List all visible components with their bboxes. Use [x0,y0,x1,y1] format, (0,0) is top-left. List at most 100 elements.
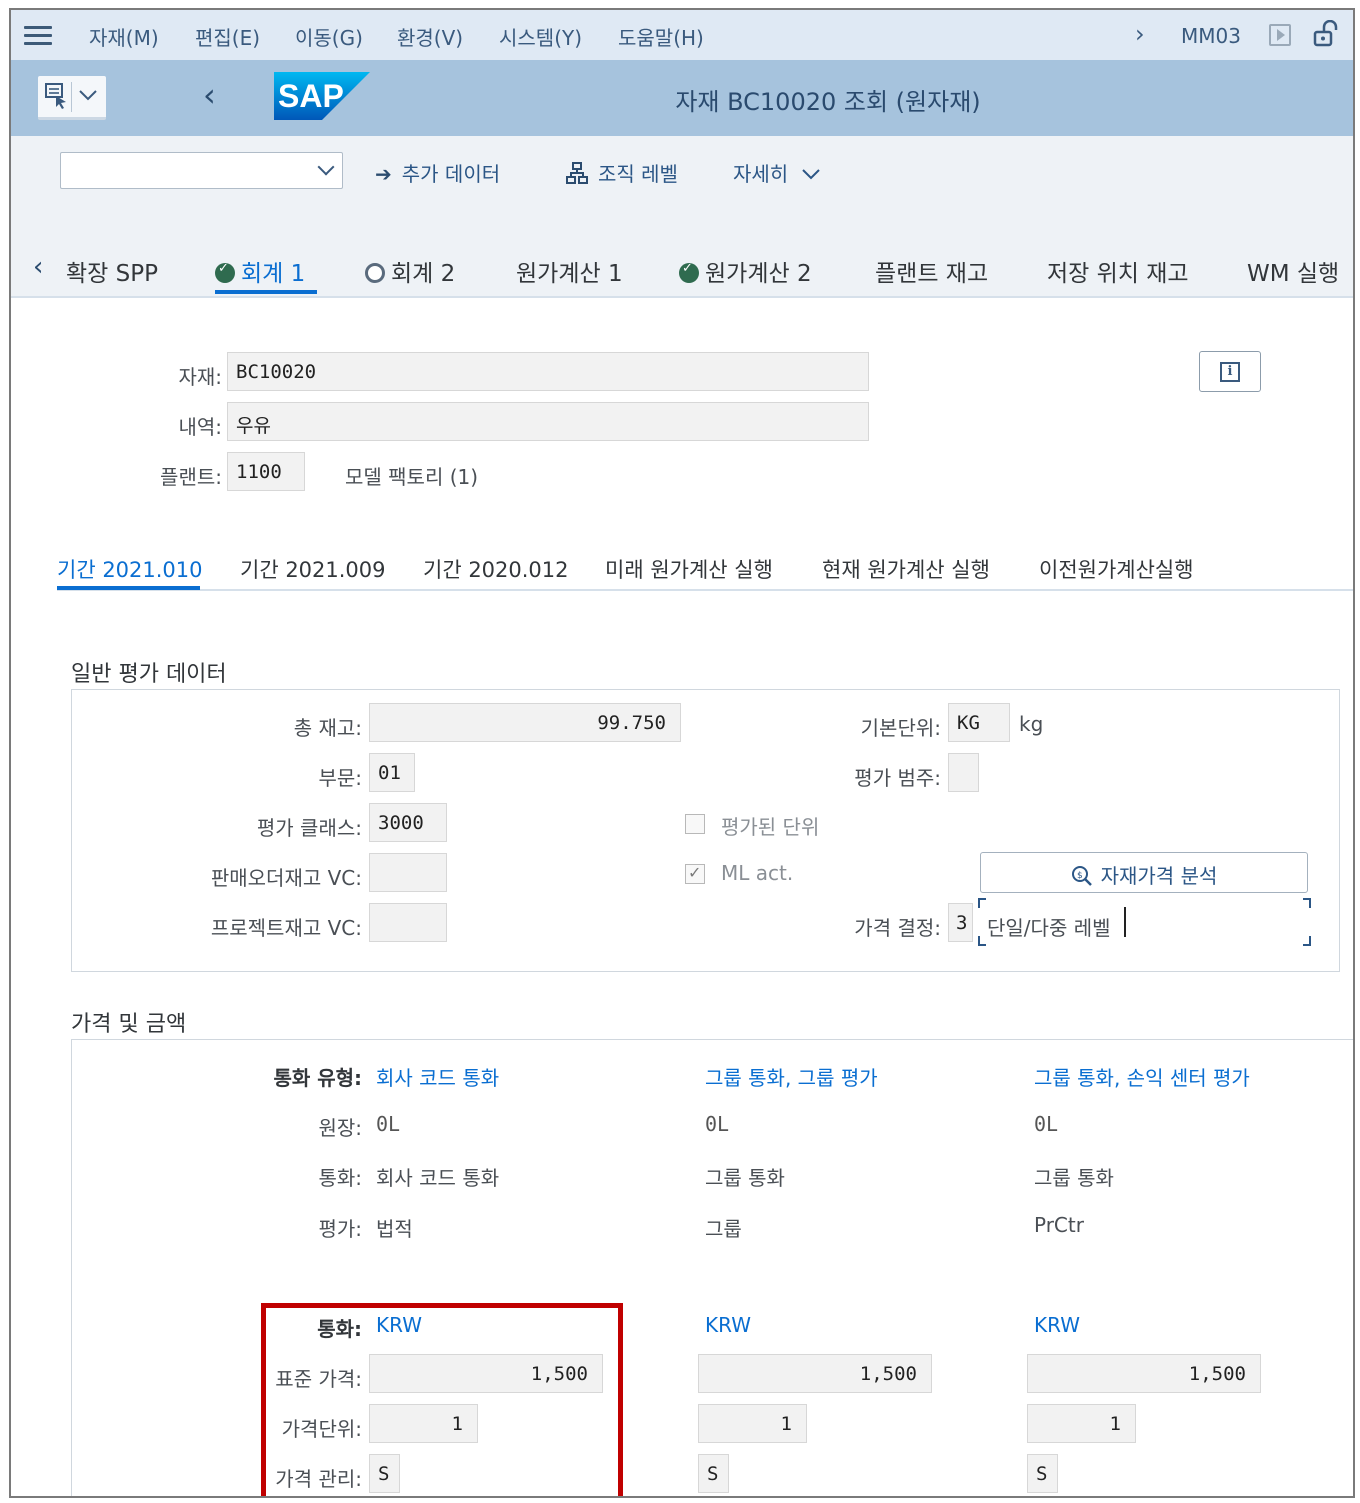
standard-price-col3-field[interactable]: 1,500 [1027,1354,1261,1393]
plant-label: 플랜트: [160,465,222,489]
chevron-down-icon [317,158,335,176]
valuation-col3: PrCtr [1034,1213,1084,1237]
menu-environment[interactable]: 환경(V) [397,22,463,51]
search-price-icon: $ [1071,866,1092,886]
price-control-col3-field[interactable]: S [1027,1454,1058,1493]
additional-data-button[interactable]: ➔ 추가 데이터 [375,158,500,187]
focus-corner [978,898,986,908]
svg-text:$: $ [1077,871,1083,881]
valuation-category-label: 평가 범주: [854,766,941,790]
tab-period-prior-year[interactable]: 기간 2020.012 [423,554,569,584]
currency-code-col3[interactable]: KRW [1034,1313,1080,1337]
more-button[interactable]: 자세히 [733,158,821,187]
price-unit-col3-field[interactable]: 1 [1027,1404,1136,1443]
tab-costing-2[interactable]: 원가계산 2 [679,254,812,288]
tab-current-costing[interactable]: 현재 원가계산 실행 [822,554,990,584]
ml-act-checkbox[interactable] [685,863,705,884]
title-bar: ‹ SAP 자재 BC10020 조회 (원자재) [11,60,1353,136]
chevron-down-icon [801,169,820,180]
tab-costing-1[interactable]: 원가계산 1 [516,254,623,288]
status-ok-icon [679,261,699,283]
price-determination-label: 가격 결정: [854,916,941,940]
ledger-col1: 0L [376,1112,401,1136]
menu-system[interactable]: 시스템(Y) [499,22,582,51]
tab-accounting-1[interactable]: 회계 1 [215,254,305,288]
hamburger-menu-icon[interactable] [24,26,52,46]
status-open-icon [365,263,385,283]
text-cursor [1124,907,1126,937]
currency-code-col2[interactable]: KRW [705,1313,751,1337]
tab-future-costing[interactable]: 미래 원가계산 실행 [605,554,773,584]
tab-storage-location-stock[interactable]: 저장 위치 재고 [1047,254,1189,288]
price-determination-field[interactable]: 3 [948,903,973,942]
base-unit-text: kg [1019,712,1044,736]
menu-help[interactable]: 도움말(H) [618,22,704,51]
tab-accounting-2[interactable]: 회계 2 [365,254,455,288]
tab-period-current[interactable]: 기간 2021.010 [57,554,203,584]
price-control-col2-field[interactable]: S [698,1454,729,1493]
sap-window: 자재(M) 편집(E) 이동(G) 환경(V) 시스템(Y) 도움말(H) › … [9,8,1355,1498]
sales-order-stock-field[interactable] [369,853,447,892]
currency-type-col3-link[interactable]: 그룹 통화, 손익 센터 평가 [1034,1062,1250,1091]
project-stock-field[interactable] [369,903,447,942]
price-determination-text: 단일/다중 레벨 [987,916,1111,940]
standard-price-col2-field[interactable]: 1,500 [698,1354,932,1393]
org-levels-button[interactable]: 조직 레벨 [566,158,678,187]
tab-previous-costing[interactable]: 이전원가계산실행 [1039,554,1194,584]
menu-material[interactable]: 자재(M) [89,22,159,51]
valuated-unit-checkbox[interactable] [685,814,705,834]
currency-label: 통화: [318,1166,362,1190]
chevron-right-icon[interactable]: › [1135,20,1145,48]
valuation-class-label: 평가 클래스: [256,816,362,840]
currency-type-col2-link[interactable]: 그룹 통화, 그룹 평가 [705,1062,878,1091]
content-area: 자재: BC10020 내역: 우유 플랜트: 1100 모델 팩토리 (1) … [29,300,1353,1496]
active-period-indicator [57,586,200,590]
division-label: 부문: [318,766,362,790]
play-icon[interactable] [1269,24,1291,46]
info-button[interactable]: i [1199,351,1261,392]
base-unit-field[interactable]: KG [948,703,1010,742]
sales-order-stock-label: 판매오더재고 VC: [210,866,362,890]
valuation-class-field[interactable]: 3000 [369,803,447,842]
total-stock-label: 총 재고: [293,716,362,740]
toolbar-select[interactable] [60,152,343,189]
material-label: 자재: [178,365,222,389]
material-field[interactable]: BC10020 [227,352,869,391]
tab-extended-spp[interactable]: 확장 SPP [66,254,158,288]
unlock-icon[interactable] [1313,20,1339,48]
menu-goto[interactable]: 이동(G) [295,22,363,51]
description-label: 내역: [178,415,222,439]
currency-col2: 그룹 통화 [705,1166,785,1190]
focus-corner [1303,898,1311,908]
division-field[interactable]: 01 [369,753,415,792]
ledger-label: 원장: [318,1116,362,1140]
tab-period-previous[interactable]: 기간 2021.009 [240,554,386,584]
highlight-annotation-box [261,1303,623,1496]
currency-col1: 회사 코드 통화 [376,1166,500,1190]
plant-field[interactable]: 1100 [227,452,305,491]
tab-scroll-left-icon[interactable]: ‹ [33,252,43,282]
valuation-category-field[interactable] [948,753,979,792]
material-price-analysis-button[interactable]: $ 자재가격 분석 [980,852,1308,893]
currency-type-col1-link[interactable]: 회사 코드 통화 [376,1062,499,1091]
price-unit-col2-field[interactable]: 1 [698,1404,807,1443]
ml-act-label: ML act. [721,861,794,885]
prices-values-title: 가격 및 금액 [71,1012,187,1037]
object-tabstrip: ‹ 확장 SPP 회계 1 회계 2 원가계산 1 원가계산 2 플랜트 재고 … [11,216,1353,298]
tab-divider [57,589,1353,591]
tab-wm-execution[interactable]: WM 실행 [1247,254,1339,288]
valuation-label: 평가: [318,1217,362,1241]
total-stock-field[interactable]: 99.750 [369,703,681,742]
application-toolbar: ➔ 추가 데이터 조직 레벨 자세히 [11,136,1353,216]
plant-name: 모델 팩토리 (1) [345,465,479,489]
tab-plant-stock[interactable]: 플랜트 재고 [875,254,988,288]
hierarchy-icon [566,162,588,184]
base-unit-label: 기본단위: [860,716,941,740]
focus-corner [978,936,986,946]
info-icon: i [1220,362,1240,382]
currency-col3: 그룹 통화 [1034,1166,1114,1190]
valuation-col1: 법적 [376,1217,413,1241]
menu-edit[interactable]: 편집(E) [195,22,260,51]
valuated-unit-label: 평가된 단위 [721,815,820,839]
description-field[interactable]: 우유 [227,402,869,441]
